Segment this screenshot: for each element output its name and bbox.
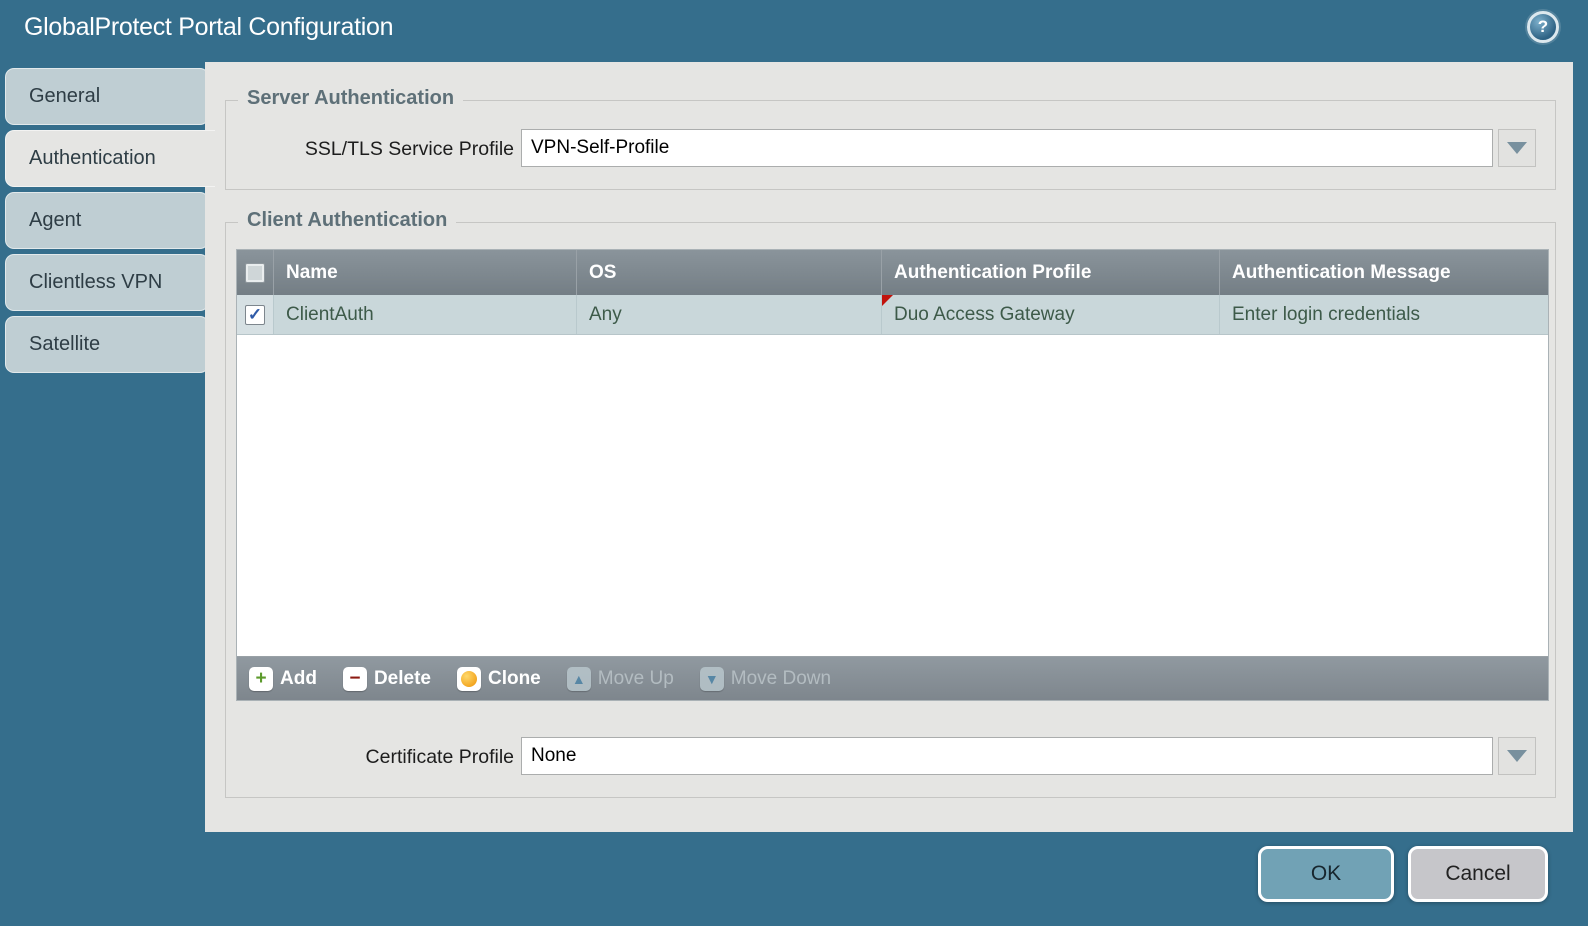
column-header-authentication-message[interactable]: Authentication Message <box>1220 250 1548 295</box>
move-down-button[interactable]: ▼ Move Down <box>699 666 832 691</box>
tab-label: Authentication <box>29 147 156 169</box>
add-button[interactable]: + Add <box>249 666 317 691</box>
plus-icon: + <box>249 666 273 691</box>
tab-agent[interactable]: Agent <box>5 192 209 249</box>
ssl-tls-service-profile-input[interactable] <box>521 129 1493 167</box>
tab-label: Agent <box>29 209 82 231</box>
ssl-tls-service-profile-label: SSL/TLS Service Profile <box>304 138 514 160</box>
client-authentication-table: Name OS Authentication Profile Authentic… <box>236 249 1549 701</box>
cancel-button[interactable]: Cancel <box>1408 846 1548 902</box>
chevron-down-icon <box>1507 750 1527 762</box>
tab-satellite[interactable]: Satellite <box>5 316 209 373</box>
move-up-button[interactable]: ▲ Move Up <box>566 666 674 691</box>
chevron-down-icon <box>1507 142 1527 154</box>
cell-authentication-profile-text: Duo Access Gateway <box>894 303 1075 325</box>
clone-button-label: Clone <box>487 667 541 689</box>
server-authentication-section: Server Authentication SSL/TLS Service Pr… <box>225 87 1556 190</box>
help-button[interactable]: ? <box>1527 11 1559 43</box>
cell-name: ClientAuth <box>274 295 577 334</box>
arrow-down-icon: ▼ <box>699 666 724 691</box>
delete-button[interactable]: − Delete <box>342 666 431 691</box>
table-empty-area <box>237 335 1548 656</box>
tab-authentication[interactable]: Authentication <box>5 130 215 187</box>
help-icon: ? <box>1537 17 1549 36</box>
arrow-up-icon: ▲ <box>566 666 591 691</box>
window-title: GlobalProtect Portal Configuration <box>24 13 394 41</box>
column-header-os[interactable]: OS <box>577 250 882 295</box>
table-toolbar: + Add − Delete Clone ▲ Move Up ▼ Move Do… <box>237 656 1548 700</box>
certificate-profile-input[interactable] <box>521 737 1493 775</box>
table-row[interactable]: ✓ ClientAuth Any Duo Access Gateway Ente… <box>237 295 1548 335</box>
move-up-button-label: Move Up <box>597 667 674 689</box>
table-header-row: Name OS Authentication Profile Authentic… <box>237 250 1548 295</box>
authentication-panel: Server Authentication SSL/TLS Service Pr… <box>205 62 1573 832</box>
column-header-authentication-profile[interactable]: Authentication Profile <box>882 250 1220 295</box>
tab-general[interactable]: General <box>5 68 209 125</box>
ssl-tls-service-profile-dropdown-button[interactable] <box>1498 129 1536 167</box>
clone-icon <box>456 666 481 691</box>
row-checkbox-cell: ✓ <box>237 295 274 334</box>
row-checkbox[interactable]: ✓ <box>245 304 265 325</box>
cell-authentication-message: Enter login credentials <box>1232 303 1420 325</box>
tab-label: Satellite <box>29 333 101 355</box>
select-all-checkbox[interactable] <box>245 262 265 283</box>
select-all-checkbox-cell <box>237 250 274 295</box>
cell-os: Any <box>577 295 882 334</box>
server-authentication-legend: Server Authentication <box>238 87 464 110</box>
tab-label: General <box>29 85 101 107</box>
tab-clientless-vpn[interactable]: Clientless VPN <box>5 254 209 311</box>
column-header-name[interactable]: Name <box>274 250 577 295</box>
cell-authentication-profile: Duo Access Gateway <box>882 295 1220 334</box>
delete-button-label: Delete <box>373 667 431 689</box>
move-down-button-label: Move Down <box>730 667 832 689</box>
certificate-profile-dropdown-button[interactable] <box>1498 737 1536 775</box>
client-authentication-legend: Client Authentication <box>238 209 457 232</box>
client-authentication-section: Client Authentication Name OS Authentica… <box>225 209 1556 798</box>
minus-icon: − <box>342 666 367 691</box>
certificate-profile-label: Certificate Profile <box>365 746 514 768</box>
modified-flag-icon <box>882 295 893 306</box>
ok-button[interactable]: OK <box>1258 846 1394 902</box>
clone-button[interactable]: Clone <box>456 666 541 691</box>
add-button-label: Add <box>280 667 317 689</box>
tab-label: Clientless VPN <box>29 271 163 293</box>
